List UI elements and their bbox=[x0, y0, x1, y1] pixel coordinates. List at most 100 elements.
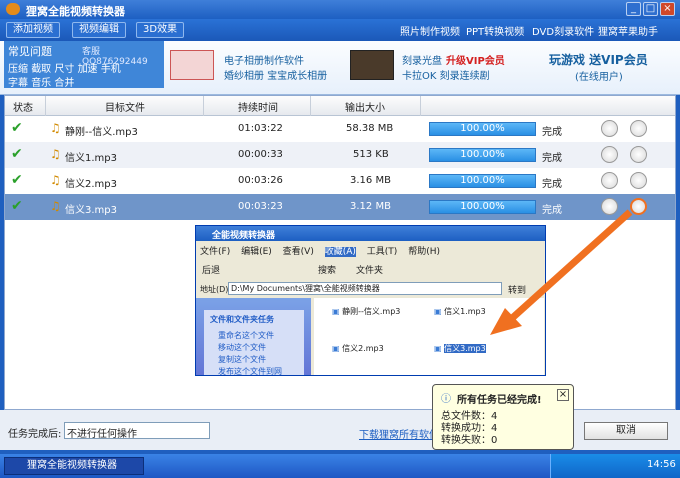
music-file-icon: ♫ bbox=[50, 121, 61, 135]
music-file-icon: ♫ bbox=[50, 147, 61, 161]
open-folder-icon[interactable] bbox=[630, 146, 647, 163]
file-item-selected[interactable]: ▣ 信义3.mp3 bbox=[434, 343, 486, 354]
table-header: 状态 目标文件 持续时间 输出大小 bbox=[5, 96, 675, 116]
header-output-size[interactable]: 输出大小 bbox=[345, 99, 385, 114]
header-duration[interactable]: 持续时间 bbox=[238, 99, 278, 114]
faq-link[interactable]: 字幕 bbox=[8, 78, 28, 89]
table-row[interactable]: ✔ ♫ 信义1.mp3 00:00:33 513 KB 100.00% 完成 bbox=[5, 142, 675, 168]
row-status: 完成 bbox=[542, 153, 562, 164]
row-file: 信义3.mp3 bbox=[65, 205, 117, 216]
completion-balloon: ⓘ 所有任务已经完成! × 总文件数：4 转换成功：4 转换失败：0 bbox=[432, 384, 574, 450]
close-button[interactable]: × bbox=[660, 2, 675, 16]
pointer-arrow bbox=[490, 209, 633, 335]
menu-help[interactable]: 帮助(H) bbox=[408, 247, 440, 257]
open-folder-icon[interactable] bbox=[630, 172, 647, 189]
play-icon[interactable] bbox=[601, 120, 618, 137]
column-divider bbox=[420, 96, 421, 116]
online-user-text: (在线用户) bbox=[575, 72, 623, 83]
play-icon[interactable] bbox=[601, 172, 618, 189]
task-title: 文件和文件夹任务 bbox=[210, 315, 274, 324]
file-item[interactable]: ▣ 信义2.mp3 bbox=[332, 343, 384, 354]
ppt-video-link[interactable]: PPT转换视频 bbox=[466, 23, 524, 38]
table-row[interactable]: ✔ ♫ 信义2.mp3 00:03:26 3.16 MB 100.00% 完成 bbox=[5, 168, 675, 194]
faq-link[interactable]: 手机 bbox=[101, 64, 121, 75]
clock: 14:56 bbox=[647, 459, 676, 470]
row-file: 信义2.mp3 bbox=[65, 179, 117, 190]
address-label: 地址(D) bbox=[200, 285, 229, 294]
faq-panel: 常见问题 客服QQ876292449 压缩 截取 尺寸 加速 手机 字幕 音乐 … bbox=[4, 41, 164, 89]
row-duration: 00:00:33 bbox=[238, 149, 283, 160]
row-size: 3.12 MB bbox=[350, 201, 391, 212]
open-folder-icon[interactable] bbox=[630, 120, 647, 137]
title-bar: 狸窝全能视频转换器 _ □ × bbox=[0, 0, 680, 19]
task-publish[interactable]: 发布这个文件到网 bbox=[218, 366, 298, 377]
faq-title[interactable]: 常见问题 bbox=[8, 43, 52, 59]
done-check-icon: ✔ bbox=[11, 172, 23, 188]
window-title: 狸窝全能视频转换器 bbox=[26, 5, 125, 18]
app-logo-icon bbox=[6, 3, 20, 15]
task-copy[interactable]: 复制这个文件 bbox=[218, 354, 266, 365]
apple-helper-link[interactable]: 狸窝苹果助手 bbox=[598, 23, 658, 38]
faq-link[interactable]: 合并 bbox=[54, 78, 74, 89]
download-link[interactable]: 下载狸窝所有软件 bbox=[359, 426, 439, 441]
header-target-file[interactable]: 目标文件 bbox=[105, 99, 145, 114]
row-duration: 00:03:23 bbox=[238, 201, 283, 212]
menu-tools[interactable]: 工具(T) bbox=[367, 247, 398, 257]
explorer-title: 全能视频转换器 bbox=[212, 231, 276, 241]
address-input[interactable]: D:\My Documents\狸窝\全能视频转换器 bbox=[228, 282, 502, 295]
after-select[interactable]: 不进行任何操作 bbox=[64, 422, 210, 440]
table-row[interactable]: ✔ ♫ 静刚--信义.mp3 01:03:22 58.38 MB 100.00%… bbox=[5, 116, 675, 142]
row-duration: 00:03:26 bbox=[238, 175, 283, 186]
info-icon: ⓘ bbox=[441, 394, 451, 405]
search-button[interactable]: 搜索 bbox=[318, 263, 336, 276]
file-item[interactable]: ▣ 静刚--信义.mp3 bbox=[332, 306, 400, 317]
column-divider bbox=[45, 96, 46, 116]
task-move[interactable]: 移动这个文件 bbox=[218, 342, 266, 353]
dvd-burn-link[interactable]: DVD刻录软件 bbox=[532, 23, 594, 38]
menu-view[interactable]: 查看(V) bbox=[283, 247, 314, 257]
progress-bar: 100.00% bbox=[429, 148, 536, 162]
row-duration: 01:03:22 bbox=[238, 123, 283, 134]
minimize-button[interactable]: _ bbox=[626, 2, 641, 16]
add-video-button[interactable]: 添加视频 bbox=[6, 22, 60, 38]
explorer-menu: 文件(F) 编辑(E) 查看(V) 收藏(A) 工具(T) 帮助(H) bbox=[200, 244, 440, 257]
faq-link[interactable]: 加速 bbox=[78, 64, 98, 75]
system-tray: 14:56 bbox=[550, 454, 680, 478]
task-rename[interactable]: 重命名这个文件 bbox=[218, 330, 274, 341]
vip-upgrade-link[interactable]: 升级VIP会员 bbox=[446, 52, 505, 67]
bottom-bar: 任务完成后: 不进行任何操作 下载狸窝所有软件 取消 bbox=[0, 410, 680, 450]
balloon-title: 所有任务已经完成! bbox=[457, 395, 542, 406]
3d-effect-button[interactable]: 3D效果 bbox=[136, 22, 185, 38]
menu-edit[interactable]: 编辑(E) bbox=[241, 247, 272, 257]
taskbar-app-button[interactable]: 狸窝全能视频转换器 bbox=[4, 457, 144, 475]
photo-video-link[interactable]: 照片制作视频 bbox=[400, 23, 460, 38]
ad-line[interactable]: 婚纱相册 宝宝成长相册 bbox=[224, 67, 327, 82]
maximize-button[interactable]: □ bbox=[643, 2, 658, 16]
menu-favorites[interactable]: 收藏(A) bbox=[324, 247, 356, 257]
after-label: 任务完成后: bbox=[8, 429, 62, 440]
progress-bar: 100.00% bbox=[429, 174, 536, 188]
row-size: 58.38 MB bbox=[346, 123, 394, 134]
cancel-button[interactable]: 取消 bbox=[584, 422, 668, 440]
column-divider bbox=[203, 96, 204, 116]
game-vip-link[interactable]: 玩游戏 送VIP会员 bbox=[549, 51, 648, 68]
toolbar: 添加视频 视频编辑 3D效果 照片制作视频 PPT转换视频 DVD刻录软件 狸窝… bbox=[0, 19, 680, 41]
film-ad-icon bbox=[350, 50, 394, 80]
task-pane: 文件和文件夹任务 重命名这个文件 移动这个文件 复制这个文件 发布这个文件到网 bbox=[196, 298, 311, 377]
menu-file[interactable]: 文件(F) bbox=[200, 247, 230, 257]
row-file: 信义1.mp3 bbox=[65, 153, 117, 164]
music-file-icon: ♫ bbox=[50, 173, 61, 187]
ad-line[interactable]: 卡拉OK 刻录连续剧 bbox=[402, 67, 490, 82]
folders-button[interactable]: 文件夹 bbox=[356, 263, 383, 276]
ad-line[interactable]: 电子相册制作软件 bbox=[224, 52, 304, 67]
header-status[interactable]: 状态 bbox=[13, 99, 33, 114]
edit-video-button[interactable]: 视频编辑 bbox=[72, 22, 126, 38]
column-divider bbox=[310, 96, 311, 116]
ad-line[interactable]: 刻录光盘 bbox=[402, 52, 442, 67]
balloon-close-icon[interactable]: × bbox=[557, 389, 569, 401]
row-status: 完成 bbox=[542, 179, 562, 190]
faq-link[interactable]: 音乐 bbox=[31, 78, 51, 89]
back-button[interactable]: 后退 bbox=[202, 263, 220, 276]
music-file-icon: ♫ bbox=[50, 199, 61, 213]
play-icon[interactable] bbox=[601, 146, 618, 163]
